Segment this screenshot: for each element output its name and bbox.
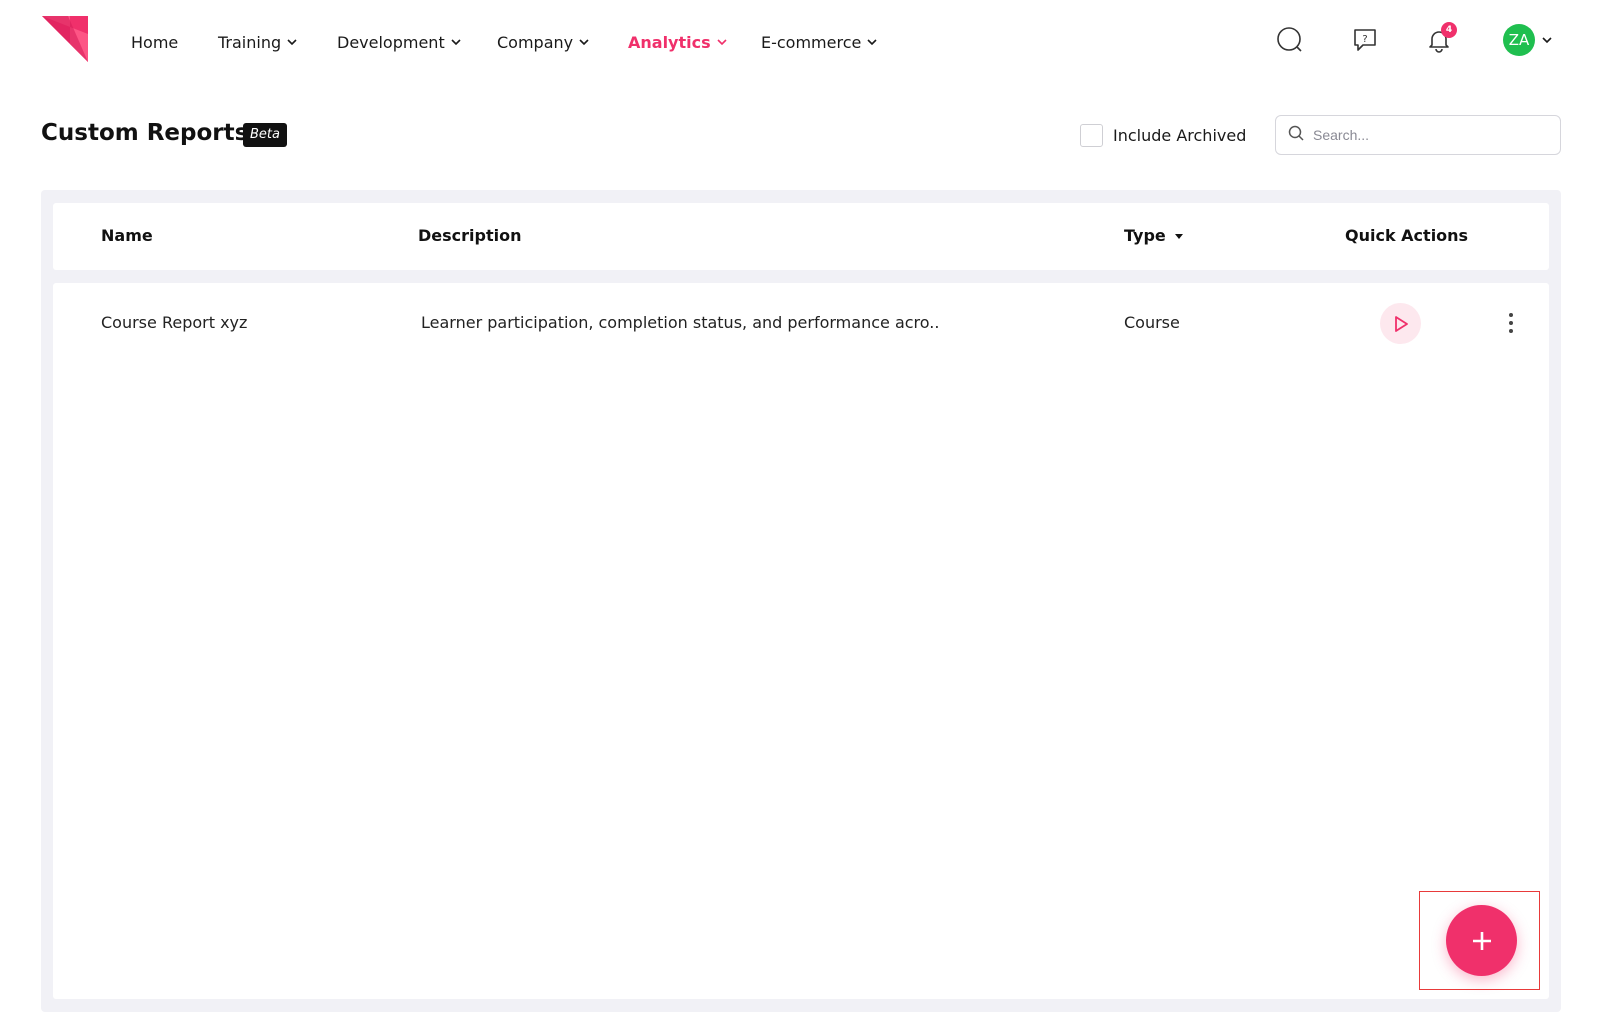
reports-table-panel: Name Description Type Quick Actions Cour… <box>41 190 1561 1012</box>
more-options-icon[interactable] <box>1501 307 1521 339</box>
nav-development-label: Development <box>337 32 445 52</box>
add-report-button[interactable] <box>1446 905 1517 976</box>
svg-text:?: ? <box>1362 34 1367 45</box>
nav-training-label: Training <box>218 32 282 52</box>
include-archived-toggle[interactable]: Include Archived <box>1080 124 1246 147</box>
app-logo[interactable] <box>42 16 90 64</box>
search-icon[interactable] <box>1274 24 1306 56</box>
chevron-down-icon <box>286 36 298 48</box>
cell-report-type: Course <box>1124 313 1180 332</box>
cell-report-name[interactable]: Course Report xyz <box>101 313 247 332</box>
column-header-type-label: Type <box>1124 226 1166 245</box>
nav-home[interactable]: Home <box>131 30 178 54</box>
sort-caret-down-icon[interactable] <box>1174 226 1184 245</box>
column-header-type[interactable]: Type <box>1124 226 1184 245</box>
cell-report-description: Learner participation, completion status… <box>421 313 940 332</box>
top-navigation: Home Training Development Company Analyt… <box>0 0 1600 82</box>
page-title: Custom Reports <box>41 120 249 146</box>
nav-ecommerce[interactable]: E-commerce <box>761 30 878 54</box>
include-archived-checkbox[interactable] <box>1080 124 1103 147</box>
chevron-down-icon <box>1541 31 1553 50</box>
nav-home-label: Home <box>131 32 179 52</box>
search-input[interactable] <box>1313 127 1533 143</box>
nav-training[interactable]: Training <box>218 30 298 54</box>
notifications-button[interactable]: 4 <box>1423 22 1457 56</box>
table-row[interactable]: Course Report xyz Learner participation,… <box>53 283 1549 363</box>
plus-icon <box>1472 931 1491 950</box>
search-field[interactable] <box>1275 115 1561 155</box>
play-icon <box>1394 315 1408 332</box>
beta-badge: Beta <box>243 123 287 147</box>
table-body: Course Report xyz Learner participation,… <box>53 283 1549 999</box>
nav-company-label: Company <box>497 32 574 52</box>
nav-company[interactable]: Company <box>497 30 590 54</box>
column-header-description[interactable]: Description <box>418 226 521 245</box>
column-header-quick-actions: Quick Actions <box>1345 226 1469 245</box>
avatar: ZA <box>1503 24 1535 56</box>
nav-development[interactable]: Development <box>337 30 462 54</box>
chevron-down-icon <box>866 36 878 48</box>
search-icon <box>1288 125 1304 145</box>
nav-analytics-label: Analytics <box>628 32 711 52</box>
chevron-down-icon <box>716 36 728 48</box>
nav-ecommerce-label: E-commerce <box>761 32 862 52</box>
user-menu[interactable]: ZA <box>1503 24 1553 56</box>
chevron-down-icon <box>450 36 462 48</box>
include-archived-label: Include Archived <box>1113 126 1247 145</box>
notification-count-badge: 4 <box>1441 22 1457 38</box>
help-chat-icon[interactable]: ? <box>1349 24 1381 56</box>
nav-analytics[interactable]: Analytics <box>628 30 728 54</box>
run-report-button[interactable] <box>1380 303 1421 344</box>
chevron-down-icon <box>578 36 590 48</box>
column-header-name[interactable]: Name <box>101 226 153 245</box>
table-header: Name Description Type Quick Actions <box>53 203 1549 270</box>
